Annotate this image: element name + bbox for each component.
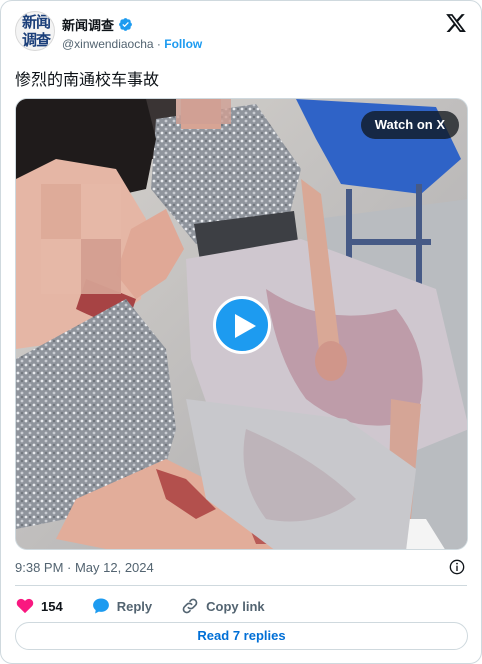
info-icon[interactable] [449,559,465,575]
handle-separator: · [156,37,161,51]
handle[interactable]: @xinwendiaocha [62,37,154,51]
timestamp[interactable]: 9:38 PM · May 12, 2024 [15,560,154,575]
reply-button[interactable]: Reply [91,596,152,616]
speech-bubble-icon [92,598,109,614]
watch-on-x-button[interactable]: Watch on X [360,111,459,139]
like-button[interactable]: 154 [15,596,63,616]
handle-row: @xinwendiaocha · Follow [62,35,202,53]
copy-link-label: Copy link [206,598,265,614]
avatar[interactable]: 新闻调查 [15,11,55,51]
action-bar: 154 Reply Copy link [15,595,293,617]
display-name[interactable]: 新闻调查 [62,15,114,34]
play-icon [235,314,256,338]
like-count: 154 [41,598,63,614]
play-button[interactable] [213,296,271,354]
author-info: 新闻调查 @xinwendiaocha · Follow [62,14,202,53]
embedded-tweet-card: 新闻调查 新闻调查 @xinwendiaocha · Follow 惨烈的南通校… [0,0,482,664]
verified-badge-icon [119,17,132,31]
tweet-header: 新闻调查 新闻调查 @xinwendiaocha · Follow [15,11,467,55]
follow-button[interactable]: Follow [164,37,202,51]
divider [15,585,467,586]
read-replies-button[interactable]: Read 7 replies [15,622,468,650]
reply-label: Reply [116,598,153,614]
copy-link-button[interactable]: Copy link [180,596,265,616]
x-logo-icon[interactable] [445,12,467,34]
video-thumbnail[interactable]: Watch on X [15,98,468,550]
heart-icon [16,598,34,614]
avatar-logo-text: 新闻调查 [21,13,51,49]
tweet-text: 惨烈的南通校车事故 [15,72,160,89]
display-name-row: 新闻调查 [62,14,202,34]
link-icon [182,598,198,614]
